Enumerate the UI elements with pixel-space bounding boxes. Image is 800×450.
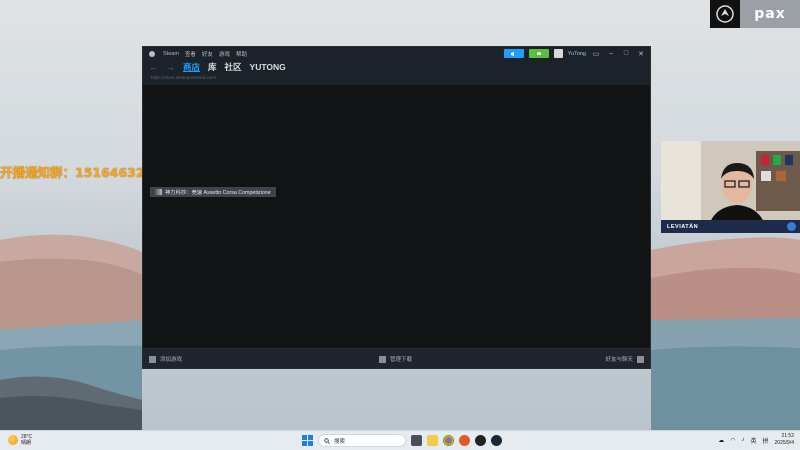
game-status-tag[interactable]: 神力科莎：竞速 Assetto Corsa Competizione xyxy=(150,187,276,197)
steam-window: Steam 查看 好友 游戏 帮助 ← → 商店 库 社区 YUTONG htt… xyxy=(142,46,651,369)
system-tray: ☁ ◠ ♪ 英 拼 21:52 2025/9/4 xyxy=(718,433,794,447)
friends-chat-icon xyxy=(637,355,644,363)
add-game-button[interactable]: 添加游戏 xyxy=(149,355,182,363)
steam-logo-icon xyxy=(149,51,155,57)
tab-store[interactable]: 商店 xyxy=(183,61,200,73)
menu-games[interactable]: 游戏 xyxy=(219,50,230,58)
game-icon xyxy=(153,189,162,195)
add-game-icon xyxy=(149,355,156,363)
friends-chat-label: 好友与聊天 xyxy=(605,357,633,363)
window-controls: YuTong ▭ – □ ✕ xyxy=(503,49,646,58)
username-dropdown[interactable]: YuTong xyxy=(568,51,586,57)
ime-indicator[interactable]: 拼 xyxy=(763,436,769,445)
weather-widget[interactable]: 28°C 晴朗 xyxy=(8,434,32,446)
tab-community[interactable]: 社区 xyxy=(225,61,242,73)
bell-icon xyxy=(536,51,541,55)
add-game-label: 添加游戏 xyxy=(160,357,183,363)
steam-bottom-bar: 添加游戏 管理下载 好友与聊天 xyxy=(143,348,650,368)
game-status-label: 神力科莎：竞速 Assetto Corsa Competizione xyxy=(165,190,271,196)
webcam-team-icon xyxy=(787,222,796,231)
maximize-button[interactable]: □ xyxy=(621,50,631,57)
minimize-button[interactable]: – xyxy=(606,50,616,57)
announcement-button[interactable] xyxy=(503,49,524,58)
taskbar-apps: 搜索 xyxy=(302,434,502,447)
team-logo xyxy=(710,0,740,28)
webcam-label: LEVIATÁN xyxy=(667,223,699,230)
task-view-icon[interactable] xyxy=(411,435,422,446)
menu-friends[interactable]: 好友 xyxy=(202,50,213,58)
tab-profile[interactable]: YUTONG xyxy=(250,62,286,72)
app-icon[interactable] xyxy=(459,435,470,446)
manage-downloads-button[interactable]: 管理下载 xyxy=(379,355,412,363)
cloud-icon[interactable]: ☁ xyxy=(718,437,724,444)
close-button[interactable]: ✕ xyxy=(636,50,646,58)
search-box[interactable]: 搜索 xyxy=(318,434,406,447)
wifi-icon[interactable]: ◠ xyxy=(730,437,735,444)
search-icon xyxy=(324,437,330,444)
chrome-icon[interactable] xyxy=(443,435,454,446)
notification-button[interactable] xyxy=(528,49,549,58)
weather-desc: 晴朗 xyxy=(21,440,32,446)
start-button[interactable] xyxy=(302,435,313,446)
clock-date: 2025/9/4 xyxy=(774,440,794,446)
menu-view[interactable]: 查看 xyxy=(185,50,196,58)
group-notice-text: 开播通知群：151646328 xyxy=(0,165,154,180)
manage-downloads-label: 管理下载 xyxy=(390,357,413,363)
language-indicator[interactable]: 英 xyxy=(751,436,757,445)
clock-time: 21:52 xyxy=(781,433,794,439)
steam-taskbar-icon[interactable] xyxy=(491,435,502,446)
back-arrow-icon[interactable]: ← xyxy=(149,62,158,72)
clock[interactable]: 21:52 2025/9/4 xyxy=(775,433,794,447)
taskbar: 28°C 晴朗 搜索 ☁ ◠ ♪ 英 拼 21:52 2025/9/4 xyxy=(0,430,800,450)
url-bar[interactable]: https://store.steampowered.com/ xyxy=(151,75,216,80)
webcam-overlay: LEVIATÁN xyxy=(661,141,800,233)
download-icon xyxy=(379,355,386,363)
search-placeholder: 搜索 xyxy=(334,438,346,445)
webcam-nameplate: LEVIATÁN xyxy=(661,220,800,233)
file-explorer-icon[interactable] xyxy=(427,435,438,446)
steam-titlebar: Steam 查看 好友 游戏 帮助 ← → 商店 库 社区 YUTONG htt… xyxy=(143,47,650,85)
megaphone-icon xyxy=(510,51,514,56)
menu-steam[interactable]: Steam xyxy=(163,51,179,57)
forward-arrow-icon[interactable]: → xyxy=(166,62,175,72)
sun-icon xyxy=(8,435,18,445)
speaker-icon[interactable]: ♪ xyxy=(742,437,745,443)
tab-library[interactable]: 库 xyxy=(208,61,217,73)
avatar[interactable] xyxy=(553,49,563,58)
brand-label: pax xyxy=(740,0,800,28)
steam-nav: ← → 商店 库 社区 YUTONG xyxy=(149,61,286,73)
steam-menu-bar: Steam 查看 好友 游戏 帮助 xyxy=(149,50,247,58)
menu-help[interactable]: 帮助 xyxy=(236,50,247,58)
team-logo-icon xyxy=(716,5,734,23)
friends-chat-button[interactable]: 好友与聊天 xyxy=(605,355,644,363)
big-picture-icon[interactable]: ▭ xyxy=(591,50,601,58)
obs-icon[interactable] xyxy=(475,435,486,446)
